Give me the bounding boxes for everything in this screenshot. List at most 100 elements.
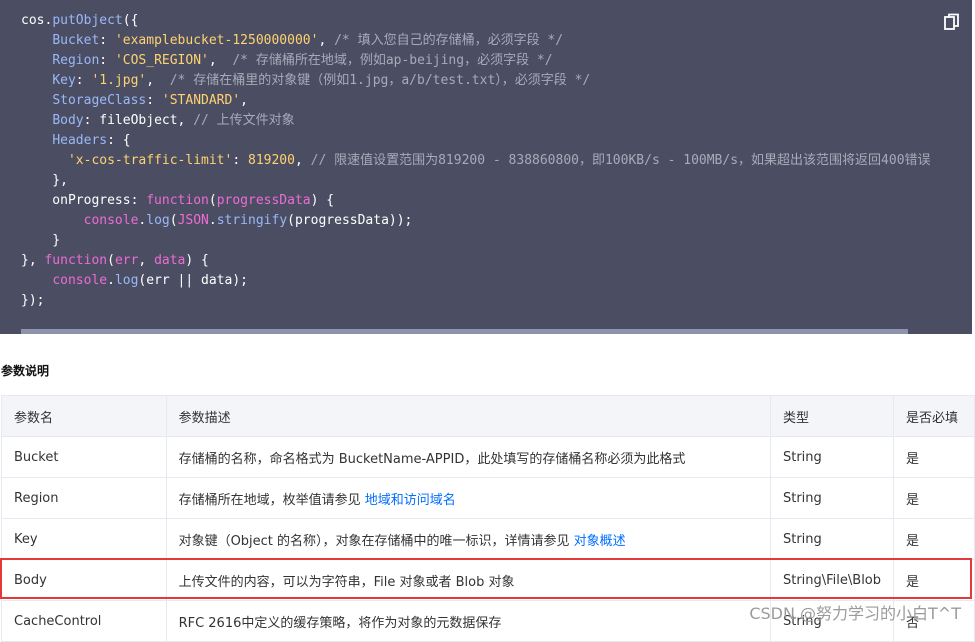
code-token: 819200 [248,153,295,168]
code-token: , [146,73,170,88]
header-required: 是否必填 [893,395,975,437]
param-required-cell: 是 [893,436,975,478]
param-name-cell: Bucket [1,436,167,478]
code-token: : [146,93,162,108]
code-token: }); [21,293,45,308]
code-token: ( [107,253,115,268]
code-line: Bucket: 'examplebucket-1250000000', /* 填… [21,31,972,51]
param-desc-text: RFC 2616中定义的缓存策略，将作为对象的元数据保存 [178,615,502,631]
code-token: : [75,73,92,88]
param-name-cell: Region [1,477,167,519]
table-row: Region 存储桶所在地域，枚举值请参见 地域和访问域名 String 是 [1,477,975,519]
code-token: StorageClass [52,93,147,108]
code-scrollbar-thumb[interactable] [21,329,908,334]
code-token: log [114,273,139,288]
code-line: Key: '1.jpg', /* 存储在桶里的对象键（例如1.jpg，a/b/t… [21,71,972,91]
section-title: 参数说明 [1,364,50,378]
code-line: 'x-cos-traffic-limit': 819200, // 限速值设置范… [21,151,972,171]
param-type-cell: String [769,518,895,560]
code-token: : [232,153,248,168]
code-token: }, [21,253,45,268]
code-token: /* 填入您自己的存储桶，必须字段 */ [334,33,564,48]
param-required-cell: 是 [893,559,975,601]
code-token: console [52,273,108,288]
code-token: 'STANDARD' [161,93,241,108]
code-token: progressData [216,193,311,208]
code-line: onProgress: function(progressData) { [21,191,972,211]
code-token: , [240,93,248,108]
code-token: log [146,213,170,228]
code-token: JSON [177,213,209,228]
table-row: Body 上传文件的内容，可以为字符串，File 对象或者 Blob 对象 St… [1,559,975,601]
code-token: onProgress: [21,193,147,208]
code-token: 'examplebucket-1250000000' [114,33,319,48]
param-desc-cell: 存储桶所在地域，枚举值请参见 地域和访问域名 [165,477,771,519]
param-desc-cell: RFC 2616中定义的缓存策略，将作为对象的元数据保存 [165,600,771,642]
param-type-cell: String [769,436,895,478]
code-token: Bucket [52,33,100,48]
code-line: StorageClass: 'STANDARD', [21,91,972,111]
param-name-cell: Body [1,559,167,601]
param-desc-text: 对象键（Object 的名称），对象在存储桶中的唯一标识，详情请参见 [178,533,574,549]
code-token: console [83,213,139,228]
code-token: , [208,53,233,68]
param-name-cell: CacheControl [1,600,167,642]
header-param-name: 参数名 [1,395,167,437]
param-type-cell: String\File\Blob [769,559,895,601]
code-line: } [21,231,972,251]
param-desc-text: 存储桶所在地域，枚举值请参见 [178,492,365,508]
code-token: , [138,253,155,268]
code-token: 'x-cos-traffic-limit' [67,153,233,168]
param-required-cell: 是 [893,518,975,560]
code-token: ( [208,193,217,208]
code-token: Headers [52,133,108,148]
param-desc-cell: 对象键（Object 的名称），对象在存储桶中的唯一标识，详情请参见 对象概述 [165,518,771,560]
code-text: cos.putObject({ Bucket: 'examplebucket-1… [21,11,972,311]
code-token: Body [52,113,84,128]
code-token: 'COS_REGION' [114,53,209,68]
code-line: Body: fileObject, // 上传文件对象 [21,111,972,131]
code-token: . [107,273,115,288]
table-row: CacheControl RFC 2616中定义的缓存策略，将作为对象的元数据保… [1,600,975,642]
code-token: /* 存储桶所在地域，例如ap-beijing，必须字段 */ [232,53,553,68]
code-token: : { [107,133,131,148]
param-desc-text: 存储桶的名称，命名格式为 BucketName-APPID，此处填写的存储桶名称… [178,451,686,467]
code-line: }, [21,171,972,191]
code-token: /* 存储在桶里的对象键（例如1.jpg，a/b/test.txt），必须字段 … [169,73,591,88]
code-line: Headers: { [21,131,972,151]
code-line: }); [21,291,972,311]
object-overview-link[interactable]: 对象概述 [574,534,626,549]
header-type: 类型 [769,395,895,437]
code-line: console.log(JSON.stringify(progressData)… [21,211,972,231]
code-line: }, function(err, data) { [21,251,972,271]
code-token: putObject [52,13,123,28]
header-param-desc: 参数描述 [165,395,771,437]
code-token: Key [52,73,76,88]
code-line: console.log(err || data); [21,271,972,291]
param-desc-cell: 存储桶的名称，命名格式为 BucketName-APPID，此处填写的存储桶名称… [165,436,771,478]
code-token: '1.jpg' [91,73,147,88]
code-token: function [146,193,209,208]
code-token: Region [52,53,100,68]
param-desc-cell: 上传文件的内容，可以为字符串，File 对象或者 Blob 对象 [165,559,771,601]
region-doc-link[interactable]: 地域和访问域名 [365,493,456,508]
param-desc-text: 上传文件的内容，可以为字符串，File 对象或者 Blob 对象 [178,574,515,590]
code-token: ( [169,213,178,228]
code-token: function [44,253,108,268]
code-line: Region: 'COS_REGION', /* 存储桶所在地域，例如ap-be… [21,51,972,71]
code-token: ) { [310,193,335,208]
code-token: ({ [122,13,139,28]
code-token: , [318,33,335,48]
code-token: // 限速值设置范围为819200 - 838860800，即100KB/s -… [310,153,931,168]
param-type-cell: String [769,600,895,642]
copy-icon[interactable] [944,13,960,31]
